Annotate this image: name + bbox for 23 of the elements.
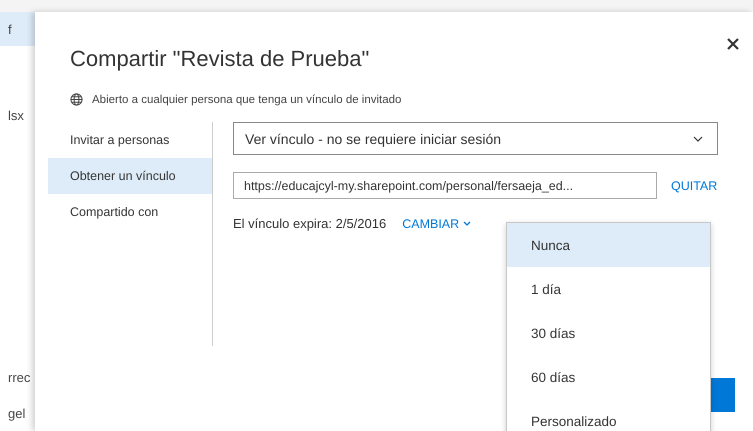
link-type-dropdown[interactable]: Ver vínculo - no se requiere iniciar sesión [233, 122, 718, 155]
menu-item[interactable]: Nunca [507, 223, 710, 267]
menu-item[interactable]: 1 día [507, 267, 710, 311]
nav-tab[interactable]: Compartido con [48, 194, 212, 230]
background-list-item[interactable]: f [0, 12, 35, 46]
close-icon [727, 38, 739, 50]
nav-tab[interactable]: Obtener un vínculo [48, 158, 212, 194]
access-note: Abierto a cualquier persona que tenga un vínculo de invitado [92, 94, 402, 106]
chevron-down-icon [693, 136, 703, 142]
menu-item[interactable]: Personalizado [507, 399, 710, 431]
link-url-field[interactable]: https://educajcyl-my.sharepoint.com/personal/fersaeja_ed... [233, 172, 657, 199]
menu-item[interactable]: 60 días [507, 355, 710, 399]
menu-item[interactable]: 30 días [507, 311, 710, 355]
background-list-item[interactable]: rrec [0, 360, 35, 395]
background-list-item[interactable]: lsx [0, 98, 35, 132]
expiry-text: El vínculo expira: 2/5/2016 [233, 216, 386, 231]
remove-link[interactable]: QUITAR [671, 178, 718, 192]
globe-icon [70, 93, 83, 106]
background-list-item[interactable]: gel [0, 396, 35, 431]
dialog-title: Compartir "Revista de Prueba" [70, 46, 370, 72]
chevron-down-icon [463, 221, 472, 226]
nav-tab[interactable]: Invitar a personas [48, 122, 212, 158]
change-expiry-link[interactable]: CAMBIAR [402, 216, 472, 230]
